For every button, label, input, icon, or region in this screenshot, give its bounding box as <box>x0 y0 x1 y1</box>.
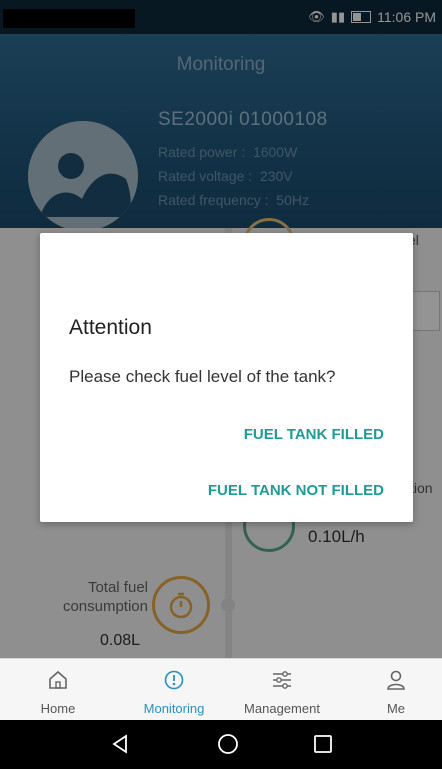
recents-icon[interactable] <box>311 732 335 756</box>
nav-monitoring-label: Monitoring <box>143 701 205 716</box>
nav-home-label: Home <box>40 701 76 716</box>
home-icon <box>49 670 67 689</box>
monitoring-icon <box>164 670 184 690</box>
dialog-message: Please check fuel level of the tank? <box>69 367 336 386</box>
sliders-icon <box>273 671 291 689</box>
fuel-tank-filled-button[interactable]: FUEL TANK FILLED <box>244 426 384 443</box>
back-icon[interactable] <box>108 732 132 756</box>
nav-management-label: Management <box>244 701 320 716</box>
bottom-navigation: Home Monitoring Management Me <box>0 658 442 721</box>
nav-monitoring[interactable]: Monitoring <box>132 659 216 721</box>
fuel-tank-not-filled-button[interactable]: FUEL TANK NOT FILLED <box>208 482 384 499</box>
home-circle-icon[interactable] <box>216 732 240 756</box>
monitoring-screen: 👁 ▮▮ 11:06 PM Monitoring SE2000i 0100010… <box>0 0 442 769</box>
nav-management[interactable]: Management <box>232 659 332 721</box>
dialog-title: Attention <box>69 316 152 339</box>
nav-me-label: Me <box>386 701 406 716</box>
nav-me[interactable]: Me <box>366 659 426 721</box>
person-icon <box>387 670 405 690</box>
attention-dialog: Attention Please check fuel level of the… <box>40 233 413 522</box>
nav-home[interactable]: Home <box>28 659 88 721</box>
system-navigation-bar <box>0 720 442 769</box>
